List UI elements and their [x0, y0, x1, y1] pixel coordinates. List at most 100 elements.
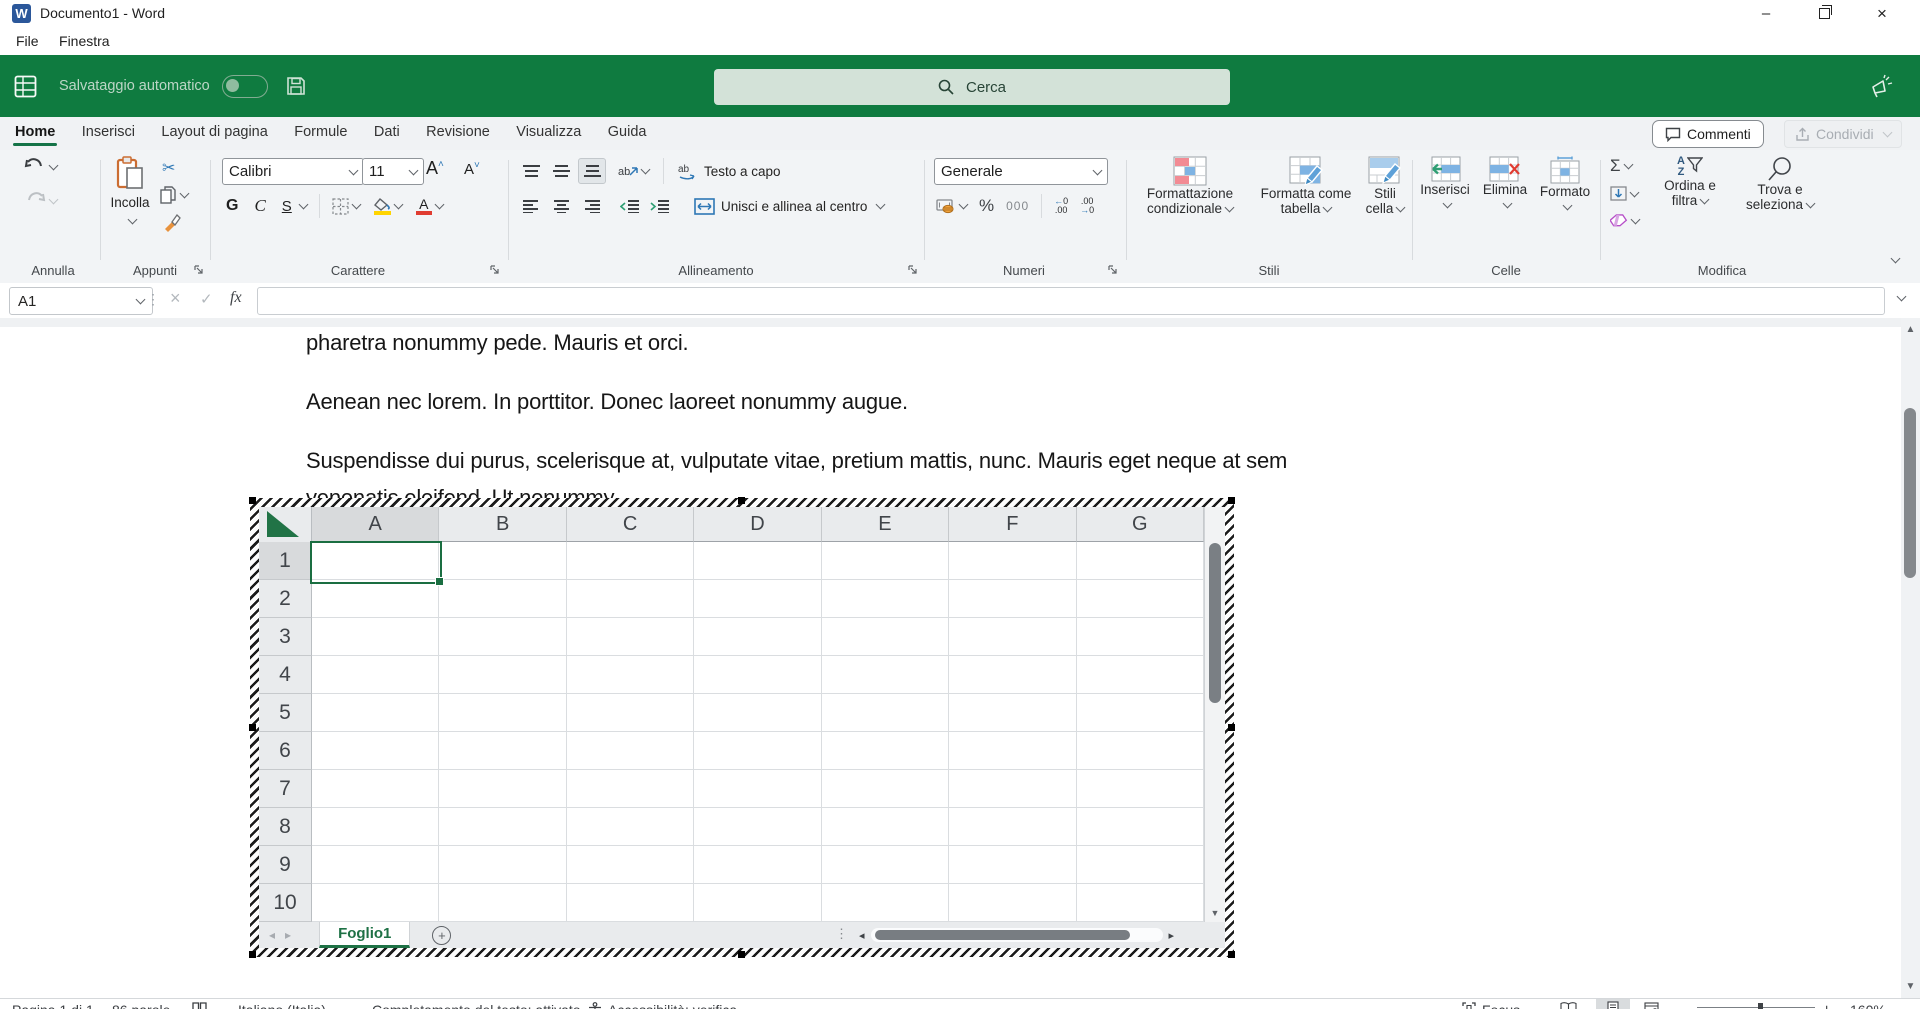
- web-layout-icon[interactable]: [1644, 1002, 1659, 1009]
- grid-cell[interactable]: [567, 618, 694, 656]
- autosum-button[interactable]: Σ: [1610, 156, 1632, 176]
- grid-cell[interactable]: [439, 694, 566, 732]
- read-mode-icon[interactable]: [1560, 1002, 1577, 1009]
- row-header[interactable]: 2: [259, 580, 312, 618]
- grid-cell[interactable]: [1077, 542, 1204, 580]
- row-header[interactable]: 6: [259, 732, 312, 770]
- grid-cell[interactable]: [1077, 808, 1204, 846]
- increase-indent-button[interactable]: [646, 194, 672, 218]
- grid-cell[interactable]: [312, 808, 439, 846]
- number-format-combo[interactable]: Generale: [934, 158, 1108, 185]
- grid-cell[interactable]: [439, 618, 566, 656]
- grid-cell[interactable]: [312, 770, 439, 808]
- resize-handle[interactable]: [249, 724, 256, 731]
- expand-formula-bar-chevron[interactable]: [1897, 292, 1907, 302]
- scrollbar-thumb[interactable]: [1209, 543, 1221, 703]
- grid-cell[interactable]: [949, 884, 1076, 922]
- resize-handle[interactable]: [1228, 724, 1235, 731]
- zoom-out-button[interactable]: −: [1681, 1002, 1690, 1009]
- grid-cell[interactable]: [694, 618, 821, 656]
- scroll-up-arrow[interactable]: ▲: [1901, 324, 1920, 335]
- undo-button[interactable]: [24, 158, 57, 176]
- column-header[interactable]: A: [312, 507, 439, 542]
- grid-cell[interactable]: [694, 694, 821, 732]
- word-count[interactable]: 86 parole: [112, 1002, 170, 1009]
- grid-cell[interactable]: [822, 846, 949, 884]
- underline-button[interactable]: S: [282, 198, 292, 215]
- grid-cell[interactable]: [1077, 770, 1204, 808]
- paste-button[interactable]: Incolla: [108, 156, 152, 228]
- grid-cell[interactable]: [312, 694, 439, 732]
- align-left-button[interactable]: [518, 194, 544, 218]
- zoom-slider-track[interactable]: [1697, 1007, 1815, 1008]
- tab-formule[interactable]: Formule: [283, 117, 358, 146]
- scrollbar-thumb[interactable]: [875, 930, 1130, 940]
- tab-guida[interactable]: Guida: [597, 117, 658, 146]
- scrollbar-thumb[interactable]: [1904, 408, 1916, 578]
- column-header[interactable]: C: [567, 507, 694, 542]
- format-painter-button[interactable]: [162, 212, 182, 232]
- zoom-in-button[interactable]: +: [1822, 1002, 1831, 1009]
- grid-cell[interactable]: [567, 846, 694, 884]
- row-header[interactable]: 4: [259, 656, 312, 694]
- format-as-table-button[interactable]: Formatta come tabella: [1254, 156, 1358, 216]
- megaphone-icon[interactable]: [1868, 73, 1894, 99]
- grid-vertical-scrollbar[interactable]: ▼: [1204, 507, 1225, 922]
- decrease-indent-button[interactable]: [616, 194, 642, 218]
- fill-color-button[interactable]: [374, 198, 402, 215]
- document-vertical-scrollbar[interactable]: ▲ ▼: [1901, 318, 1920, 998]
- tab-dati[interactable]: Dati: [363, 117, 411, 146]
- splitter-dots[interactable]: ⋮: [835, 926, 848, 942]
- fill-button[interactable]: [1610, 186, 1638, 201]
- grid-cell[interactable]: [1077, 732, 1204, 770]
- borders-button[interactable]: [332, 198, 360, 215]
- format-cells-button[interactable]: Formato: [1536, 156, 1594, 209]
- grid-cell[interactable]: [312, 884, 439, 922]
- resize-handle[interactable]: [738, 497, 745, 504]
- grid-cell[interactable]: [312, 618, 439, 656]
- sheet-nav-right-arrow[interactable]: ▸: [285, 928, 291, 942]
- row-header[interactable]: 9: [259, 846, 312, 884]
- menu-file[interactable]: File: [16, 33, 39, 49]
- sheet-nav-left-arrow[interactable]: ◂: [269, 928, 275, 942]
- grid-cell[interactable]: [567, 808, 694, 846]
- grid-cell[interactable]: [949, 618, 1076, 656]
- dialog-launcher-icon[interactable]: [908, 265, 919, 276]
- cut-button[interactable]: ✂: [162, 158, 175, 178]
- decrease-decimal-button[interactable]: .00→0: [1080, 197, 1094, 215]
- grid-cell[interactable]: [822, 770, 949, 808]
- grid-cell[interactable]: [694, 770, 821, 808]
- dialog-launcher-icon[interactable]: [194, 265, 205, 276]
- clear-button[interactable]: [1610, 214, 1639, 228]
- grid-cell[interactable]: [1077, 618, 1204, 656]
- grid-cell[interactable]: [439, 542, 566, 580]
- save-icon[interactable]: [286, 76, 306, 96]
- grid-cell[interactable]: [694, 808, 821, 846]
- increase-font-button[interactable]: A˄: [426, 158, 444, 179]
- grid-cell[interactable]: [949, 732, 1076, 770]
- add-sheet-button[interactable]: +: [432, 926, 451, 945]
- grid-cell[interactable]: [949, 846, 1076, 884]
- tab-home[interactable]: Home: [4, 117, 66, 146]
- column-header[interactable]: G: [1077, 507, 1204, 542]
- scroll-down-arrow[interactable]: ▼: [1205, 908, 1225, 918]
- minimize-button[interactable]: –: [1737, 0, 1795, 27]
- conditional-formatting-button[interactable]: Formattazione condizionale: [1130, 156, 1250, 216]
- font-size-combo[interactable]: 11: [362, 158, 424, 185]
- grid-cell[interactable]: [1077, 884, 1204, 922]
- grid-cell[interactable]: [822, 580, 949, 618]
- restore-button[interactable]: [1795, 0, 1853, 27]
- row-header[interactable]: 1: [259, 542, 312, 580]
- grid-cell[interactable]: [1077, 580, 1204, 618]
- accessibility-status[interactable]: Accessibilità: verifica: [608, 1002, 737, 1009]
- scroll-left-arrow[interactable]: ◂: [859, 929, 865, 942]
- grid-cell[interactable]: [949, 542, 1076, 580]
- focus-mode-button[interactable]: Focus: [1482, 1002, 1520, 1009]
- row-header[interactable]: 8: [259, 808, 312, 846]
- text-completion-indicator[interactable]: Completamento del testo: attivato: [372, 1002, 581, 1009]
- grid-cell[interactable]: [312, 656, 439, 694]
- wrap-text-button[interactable]: ab Testo a capo: [678, 163, 781, 180]
- tab-visualizza[interactable]: Visualizza: [505, 117, 592, 146]
- grid-cell[interactable]: [567, 656, 694, 694]
- tab-revisione[interactable]: Revisione: [415, 117, 501, 146]
